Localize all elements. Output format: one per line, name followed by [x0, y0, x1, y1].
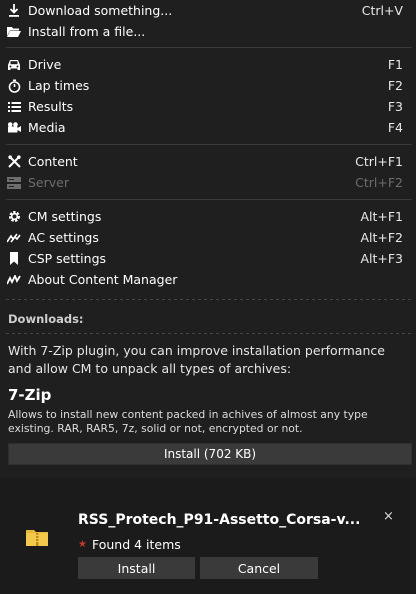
menu-item-about[interactable]: About Content Manager	[0, 269, 416, 290]
tools-icon	[6, 154, 22, 170]
camera-icon	[6, 120, 22, 136]
menu-separator	[6, 333, 412, 334]
plugin-description: Allows to install new content packed in …	[8, 408, 368, 435]
shortcut-label: F2	[387, 78, 403, 93]
shortcut-label: Ctrl+F2	[355, 175, 403, 190]
shortcut-label: F3	[387, 99, 403, 114]
install-button[interactable]: Install	[78, 557, 195, 579]
menu-item-media[interactable]: Media F4	[0, 117, 416, 138]
menu-item-content[interactable]: Content Ctrl+F1	[0, 151, 416, 172]
menu-item-label: CM settings	[28, 209, 102, 224]
menu-item-drive[interactable]: Drive F1	[0, 54, 416, 75]
shortcut-label: Ctrl+F1	[355, 154, 403, 169]
install-plugin-button[interactable]: Install (702 KB)	[8, 443, 412, 465]
scan-status: ★ Found 4 items	[78, 537, 181, 552]
menu-item-label: Download something...	[28, 3, 173, 18]
cm-logo-icon	[6, 272, 22, 288]
menu-item-label: Media	[28, 120, 66, 135]
car-icon	[6, 57, 22, 73]
plugin-recommendation-text: With 7-Zip plugin, you can improve insta…	[8, 343, 385, 376]
menu-item-label: Server	[28, 175, 69, 190]
zip-folder-icon	[26, 528, 48, 546]
menu-separator	[6, 47, 412, 48]
menu-item-label: About Content Manager	[28, 272, 178, 287]
shortcut-label: F4	[387, 120, 403, 135]
menu-item-label: AC settings	[28, 230, 99, 245]
shortcut-label: F1	[387, 57, 403, 72]
close-icon[interactable]: ×	[383, 509, 394, 524]
star-icon: ★	[78, 539, 87, 550]
plugin-name: 7-Zip	[8, 386, 52, 404]
menu-separator	[6, 199, 412, 200]
server-icon	[6, 175, 22, 191]
folder-open-icon	[6, 24, 22, 40]
menu-item-install-file[interactable]: Install from a file...	[0, 21, 416, 42]
menu-item-label: Lap times	[28, 78, 90, 93]
menu-item-cm-settings[interactable]: CM settings Alt+F1	[0, 206, 416, 227]
stopwatch-icon	[6, 78, 22, 94]
menu-item-lap-times[interactable]: Lap times F2	[0, 75, 416, 96]
shortcut-label: Ctrl+V	[361, 3, 403, 18]
bookmark-icon	[6, 251, 22, 267]
menu-item-label: Install from a file...	[28, 24, 146, 39]
download-icon	[6, 3, 22, 19]
gear-icon	[6, 209, 22, 225]
status-text: Found 4 items	[91, 537, 181, 552]
install-notification: RSS_Protech_P91-Assetto_Corsa-v... × ★ F…	[0, 496, 416, 594]
menu-item-server: Server Ctrl+F2	[0, 172, 416, 193]
menu-item-label: Results	[28, 99, 74, 114]
ac-logo-icon	[6, 230, 22, 246]
shortcut-label: Alt+F3	[360, 251, 403, 266]
menu-item-download[interactable]: Download something... Ctrl+V	[0, 0, 416, 21]
menu-item-label: Drive	[28, 57, 62, 72]
menu-separator	[6, 299, 412, 300]
file-name: RSS_Protech_P91-Assetto_Corsa-v...	[78, 512, 361, 528]
menu-item-results[interactable]: Results F3	[0, 96, 416, 117]
list-icon	[6, 99, 22, 115]
cancel-button[interactable]: Cancel	[200, 557, 318, 579]
menu-item-csp-settings[interactable]: CSP settings Alt+F3	[0, 248, 416, 269]
menu-item-ac-settings[interactable]: AC settings Alt+F2	[0, 227, 416, 248]
menu-item-label: CSP settings	[28, 251, 107, 266]
downloads-title: Downloads:	[8, 312, 84, 326]
menu-item-label: Content	[28, 154, 78, 169]
menu-separator	[6, 144, 412, 145]
shortcut-label: Alt+F1	[360, 209, 403, 224]
shortcut-label: Alt+F2	[360, 230, 403, 245]
main-menu: Download something... Ctrl+V Install fro…	[0, 0, 416, 478]
